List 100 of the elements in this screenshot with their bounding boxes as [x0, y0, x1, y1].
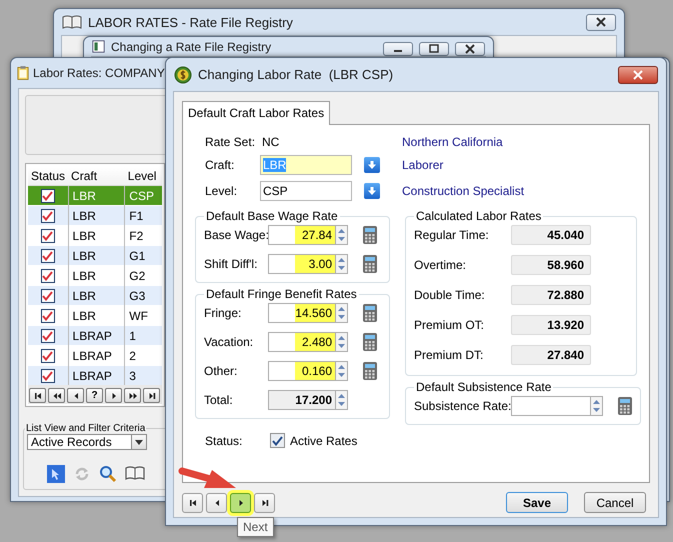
field-label: Base Wage: [204, 228, 268, 242]
maximize-icon [429, 44, 439, 53]
last-button[interactable] [254, 492, 275, 512]
filter-dropdown[interactable]: Active Records [27, 434, 147, 450]
table-cell: LBR [68, 246, 125, 266]
tab[interactable]: Default Craft Labor Rates [182, 101, 330, 125]
last-button[interactable] [143, 388, 160, 403]
search-icon[interactable] [99, 465, 117, 483]
first-button[interactable] [182, 492, 203, 512]
dropdown-button[interactable] [364, 157, 380, 173]
calculator-icon[interactable] [363, 333, 377, 351]
window-title: Changing a Rate File Registry [111, 40, 272, 54]
spin-button[interactable] [336, 303, 348, 323]
checkbox[interactable] [40, 228, 55, 243]
book-icon [62, 15, 82, 29]
checkbox[interactable] [40, 268, 55, 283]
spin-button[interactable] [591, 396, 603, 416]
checkbox[interactable] [40, 308, 55, 323]
close-icon [595, 17, 607, 27]
close-button[interactable] [455, 42, 485, 56]
number-field[interactable]: 0.160 [268, 361, 336, 381]
checkbox[interactable] [40, 368, 55, 383]
calculator-icon[interactable] [363, 255, 377, 273]
fast-forward-icon [128, 390, 138, 400]
window-icon [92, 40, 105, 53]
table-row[interactable]: LBRAP 3 [28, 366, 162, 385]
calculator-icon[interactable] [618, 397, 632, 415]
tooltip: Next [237, 517, 274, 537]
calculator-icon[interactable] [363, 362, 377, 380]
spin-button[interactable] [336, 254, 348, 274]
maximize-button[interactable] [419, 42, 449, 56]
checkmark-icon [42, 350, 54, 361]
number-field[interactable]: 17.200 [268, 390, 336, 410]
calculator-icon[interactable] [363, 304, 377, 322]
last-icon [260, 498, 270, 508]
spin-button[interactable] [336, 225, 348, 245]
table-cell: CSP [124, 186, 162, 206]
checkbox[interactable] [40, 328, 55, 343]
checkbox-label[interactable]: Active Rates [290, 434, 358, 448]
dropdown-button[interactable] [364, 183, 380, 199]
table-cell: 3 [124, 366, 162, 385]
table-row[interactable]: LBR F1 [28, 206, 162, 226]
table-cell: F1 [124, 206, 162, 226]
prev-button[interactable] [206, 492, 227, 512]
number-field[interactable] [511, 396, 591, 416]
prev-page-button[interactable] [48, 388, 65, 403]
spin-button[interactable] [336, 332, 348, 352]
field-label: Level: [205, 184, 238, 198]
number-field[interactable]: 14.560 [268, 303, 336, 323]
close-button[interactable] [586, 14, 616, 30]
minimize-button[interactable] [383, 42, 413, 56]
dialog-button[interactable]: Cancel [584, 492, 646, 513]
table-row[interactable]: LBR G3 [28, 286, 162, 306]
cursor-icon[interactable] [47, 465, 65, 483]
checkbox[interactable] [40, 188, 55, 203]
rewind-icon [52, 390, 62, 400]
next-page-button[interactable] [124, 388, 141, 403]
checkbox[interactable] [40, 248, 55, 263]
spin-button[interactable] [336, 390, 348, 410]
number-field[interactable]: 27.84 [268, 225, 336, 245]
field-label: Vacation: [204, 335, 254, 349]
field-value: 58.960 [511, 255, 591, 275]
input-field[interactable]: CSP [260, 181, 352, 201]
calculator-icon[interactable] [363, 226, 377, 244]
field-value: NC [261, 135, 280, 149]
dollar-icon [174, 66, 192, 84]
help-button[interactable]: ? [86, 388, 103, 403]
next-button[interactable] [105, 388, 122, 403]
table-cell: LBR [68, 186, 125, 206]
table-cell: LBRAP [68, 366, 125, 385]
dialog-button[interactable]: Save [506, 492, 568, 513]
checkbox[interactable] [40, 288, 55, 303]
first-button[interactable] [29, 388, 46, 403]
field-value: 13.920 [511, 315, 591, 335]
close-icon [632, 70, 644, 80]
checkbox[interactable] [40, 208, 55, 223]
prev-button[interactable] [67, 388, 84, 403]
checkbox[interactable] [40, 348, 55, 363]
spin-button[interactable] [336, 361, 348, 381]
book-icon[interactable] [125, 465, 145, 481]
group-title: Default Base Wage Rate [205, 209, 339, 223]
field-label: Total: [204, 393, 234, 407]
table-row[interactable]: LBR CSP [28, 186, 162, 206]
group-title: Calculated Labor Rates [415, 209, 542, 223]
checkmark-icon [42, 370, 54, 381]
field-label: Overtime: [414, 258, 468, 272]
arrow-annotation [178, 466, 238, 490]
checkbox[interactable] [270, 433, 285, 448]
checkmark-icon [272, 436, 283, 446]
table-row[interactable]: LBRAP 1 [28, 326, 162, 346]
field-label: Craft: [205, 158, 236, 172]
field-label: Double Time: [414, 288, 486, 302]
table-row[interactable]: LBR G1 [28, 246, 162, 266]
field-label: Other: [204, 364, 238, 378]
field-value: 27.840 [511, 345, 591, 365]
number-field[interactable]: 2.480 [268, 332, 336, 352]
window-title: Changing Labor Rate (LBR CSP) [198, 67, 394, 82]
close-button[interactable] [618, 66, 658, 84]
number-field[interactable]: 3.00 [268, 254, 336, 274]
caret-icon [135, 440, 143, 444]
